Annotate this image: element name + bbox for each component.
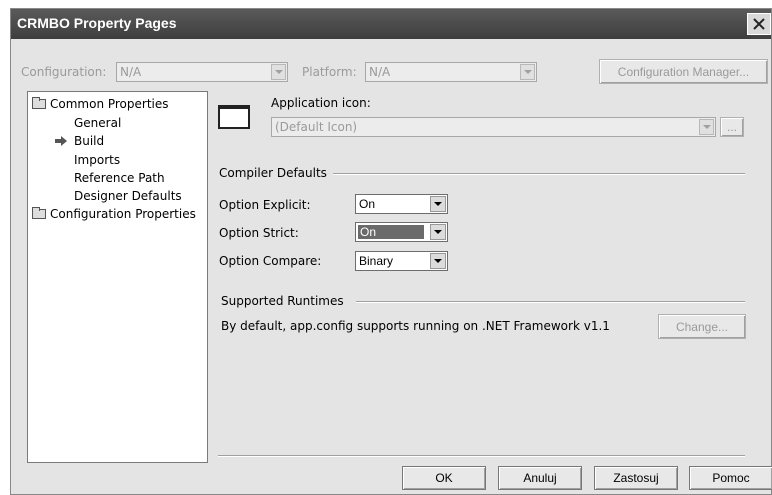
tree-item-label: Reference Path	[74, 171, 165, 185]
window-title: CRMBO Property Pages	[17, 15, 177, 31]
bottom-separator	[218, 455, 745, 457]
close-button[interactable]	[747, 13, 771, 35]
help-button[interactable]: Pomoc	[689, 466, 772, 490]
option-strict-value: On	[358, 225, 424, 239]
configuration-manager-button[interactable]: Configuration Manager...	[599, 59, 768, 84]
property-pages-window: CRMBO Property Pages Configuration: N/A …	[10, 8, 772, 495]
supported-runtimes-title: Supported Runtimes	[221, 294, 344, 308]
option-compare-select[interactable]: Binary	[355, 251, 448, 271]
chevron-down-icon[interactable]	[430, 224, 446, 240]
chevron-down-icon[interactable]	[271, 64, 286, 80]
option-explicit-value: On	[359, 197, 376, 211]
configuration-dropdown[interactable]: N/A	[116, 62, 288, 82]
tree-item-label: General	[74, 116, 122, 130]
application-icon-value: (Default Icon)	[275, 120, 358, 134]
browse-icon-button[interactable]: ...	[720, 117, 744, 137]
option-strict-label: Option Strict:	[219, 226, 299, 240]
chevron-down-icon[interactable]	[699, 119, 714, 135]
apply-button[interactable]: Zastosuj	[594, 466, 678, 490]
ok-button[interactable]: OK	[402, 466, 486, 490]
platform-value: N/A	[369, 65, 391, 79]
platform-dropdown[interactable]: N/A	[365, 62, 537, 82]
cancel-button[interactable]: Anuluj	[498, 466, 582, 490]
application-icon-label: Application icon:	[271, 96, 371, 110]
tree-item-designer-defaults[interactable]: Designer Defaults	[74, 189, 182, 203]
arrow-right-icon	[55, 136, 67, 146]
tree-item-imports[interactable]: Imports	[74, 153, 120, 167]
tree-item-reference-path[interactable]: Reference Path	[74, 171, 165, 185]
tree-node-label: Configuration Properties	[50, 207, 196, 221]
configuration-value: N/A	[120, 65, 142, 79]
chevron-down-icon[interactable]	[430, 253, 446, 269]
configuration-label: Configuration:	[21, 65, 107, 79]
application-icon-dropdown[interactable]: (Default Icon)	[271, 117, 716, 137]
option-strict-select[interactable]: On	[355, 222, 448, 242]
option-explicit-label: Option Explicit:	[219, 198, 311, 212]
tree-node-configuration-properties[interactable]: Configuration Properties	[32, 207, 196, 221]
title-bar[interactable]: CRMBO Property Pages	[11, 9, 771, 39]
tree-item-label: Imports	[74, 153, 121, 167]
folder-icon	[32, 207, 46, 219]
close-icon	[753, 18, 765, 30]
option-explicit-select[interactable]: On	[355, 194, 448, 214]
platform-label: Platform:	[302, 65, 357, 79]
tree-node-common-properties[interactable]: Common Properties	[32, 97, 169, 111]
property-tree[interactable]: Common Properties General Build Imports …	[27, 91, 208, 463]
folder-open-icon	[32, 97, 46, 109]
tree-item-label: Build	[74, 134, 105, 148]
change-runtime-button[interactable]: Change...	[658, 314, 746, 339]
compiler-defaults-title: Compiler Defaults	[219, 166, 327, 180]
tree-item-label: Designer Defaults	[74, 189, 182, 203]
chevron-down-icon[interactable]	[520, 64, 535, 80]
supported-runtimes-separator	[356, 301, 745, 303]
application-icon-preview	[218, 105, 250, 129]
chevron-down-icon[interactable]	[430, 196, 446, 212]
compiler-defaults-separator	[333, 173, 745, 175]
tree-item-general[interactable]: General	[74, 116, 121, 130]
option-compare-value: Binary	[359, 254, 394, 268]
option-compare-label: Option Compare:	[219, 254, 322, 268]
supported-runtimes-description: By default, app.config supports running …	[221, 319, 610, 333]
tree-node-label: Common Properties	[50, 97, 169, 111]
tree-item-build[interactable]: Build	[54, 134, 104, 148]
